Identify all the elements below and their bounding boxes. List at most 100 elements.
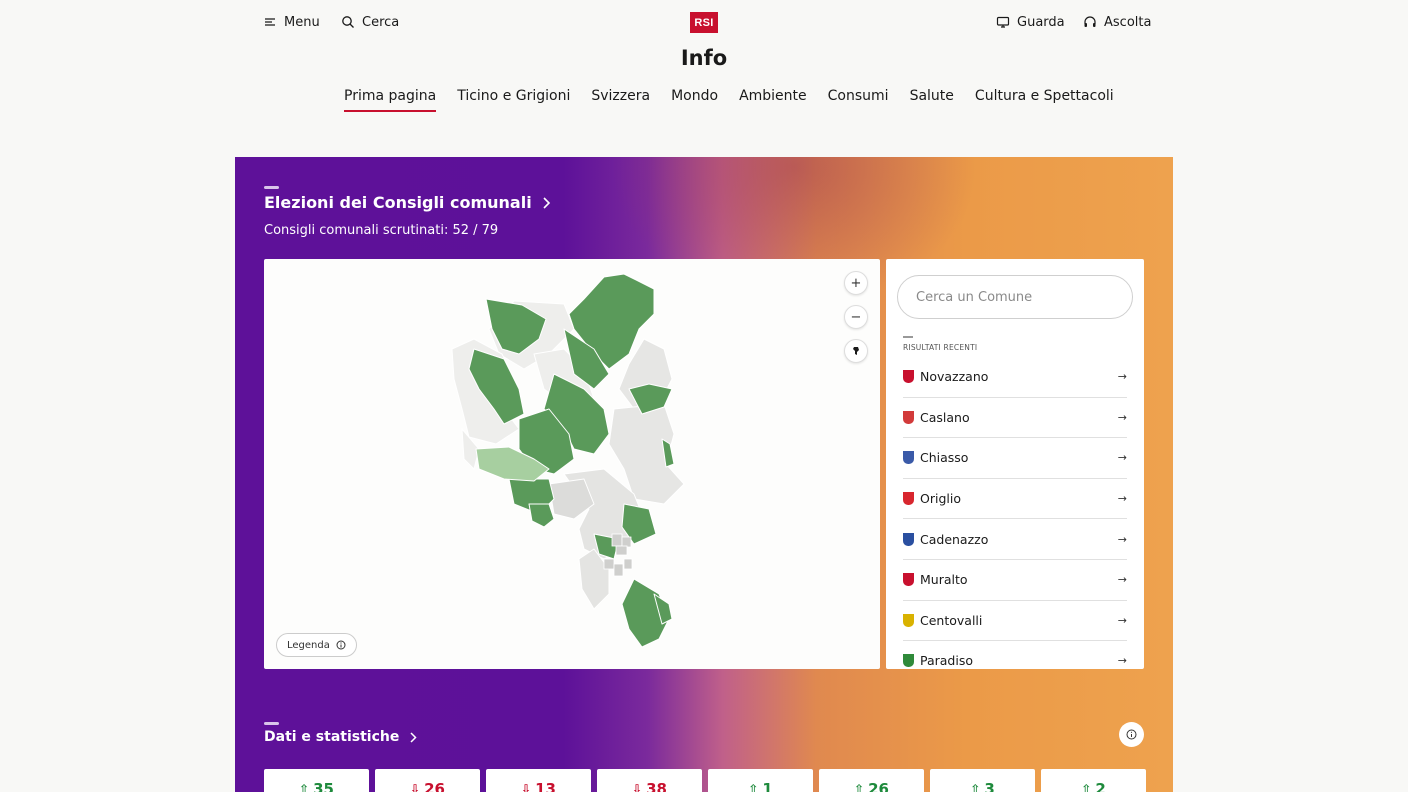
stats-title-link[interactable]: Dati e statistiche <box>264 729 417 745</box>
stat-card[interactable]: ⇩ 38 <box>597 769 702 792</box>
search-button[interactable]: Cerca <box>341 12 399 32</box>
municipality-name: Muralto <box>920 572 968 588</box>
info-icon <box>1126 729 1137 740</box>
municipality-crest-icon <box>903 370 914 384</box>
arrow-down-icon: ⇩ <box>521 782 532 792</box>
municipality-name: Chiasso <box>920 450 969 466</box>
recent-results-label: RISULTATI RECENTI <box>903 343 978 352</box>
stat-card[interactable]: ⇧ 3 <box>930 769 1035 792</box>
stat-value: 3 <box>984 780 995 792</box>
municipality-crest-icon <box>903 492 914 506</box>
municipality-crest-icon <box>903 532 914 546</box>
arrow-up-icon: ⇧ <box>748 782 759 792</box>
municipality-crest-icon <box>903 573 914 587</box>
recent-result-item[interactable]: Centovalli → <box>903 601 1127 642</box>
arrow-down-icon: ⇩ <box>632 782 643 792</box>
nav-mondo[interactable]: Mondo <box>671 88 718 112</box>
stat-card[interactable]: ⇩ 26 <box>375 769 480 792</box>
nav-cultura-spettacoli[interactable]: Cultura e Spettacoli <box>975 88 1114 112</box>
arrow-up-icon: ⇧ <box>854 782 865 792</box>
stats-info-button[interactable] <box>1119 722 1144 747</box>
arrow-up-icon: ⇧ <box>1081 782 1092 792</box>
recent-result-item[interactable]: Caslano → <box>903 398 1127 439</box>
stat-value: 13 <box>535 780 556 792</box>
ticino-map[interactable] <box>264 259 880 669</box>
arrow-down-icon: ⇩ <box>410 782 421 792</box>
ticino-shape-icon <box>853 347 859 355</box>
map-region-gambarogno-green <box>528 503 555 528</box>
headphones-icon <box>1084 16 1096 27</box>
legend-label: Legenda <box>287 639 330 651</box>
search-label: Cerca <box>362 14 400 30</box>
stat-value: 26 <box>424 780 445 792</box>
municipality-search-input[interactable] <box>897 275 1133 319</box>
municipality-name: Origlio <box>920 491 961 507</box>
stat-card[interactable]: ⇧ 35 <box>264 769 369 792</box>
recent-result-item[interactable]: Paradiso → <box>903 641 1127 669</box>
arrow-right-icon: → <box>1117 492 1127 506</box>
arrow-right-icon: → <box>1117 410 1127 424</box>
municipality-crest-icon <box>903 613 914 627</box>
municipality-name: Paradiso <box>920 653 974 669</box>
listen-button[interactable]: Ascolta <box>1083 12 1151 32</box>
arrow-right-icon: → <box>1117 370 1127 384</box>
municipality-search-panel: RISULTATI RECENTI Novazzano → Caslano → Chia… <box>886 259 1144 669</box>
search-icon <box>342 16 354 28</box>
elections-title-link[interactable]: Elezioni dei Consigli comunali <box>264 193 551 212</box>
stat-value: 1 <box>762 780 773 792</box>
municipality-name: Centovalli <box>920 612 983 628</box>
stat-card[interactable]: ⇧ 2 <box>1041 769 1146 792</box>
elections-title: Elezioni dei Consigli comunali <box>264 193 532 212</box>
elections-progress-text: Consigli comunali scrutinati: 52 / 79 <box>264 223 499 238</box>
rsi-logo[interactable]: RSI <box>690 12 718 33</box>
elections-hero: Elezioni dei Consigli comunali Consigli … <box>235 157 1173 792</box>
recent-result-item[interactable]: Cadenazzo → <box>903 519 1127 560</box>
recent-result-item[interactable]: Chiasso → <box>903 438 1127 479</box>
stats-title: Dati e statistiche <box>264 729 400 745</box>
municipality-crest-icon <box>903 410 914 424</box>
nav-consumi[interactable]: Consumi <box>828 88 889 112</box>
municipal-map[interactable]: + − Legenda <box>264 259 880 669</box>
section-nav: Prima pagina Ticino e Grigioni Svizzera … <box>344 88 1114 112</box>
recent-result-item[interactable]: Novazzano → <box>903 357 1127 398</box>
nav-prima-pagina[interactable]: Prima pagina <box>344 88 437 112</box>
stat-card[interactable]: ⇧ 26 <box>819 769 924 792</box>
menu-button[interactable]: Menu <box>263 12 320 32</box>
municipality-crest-icon <box>903 451 914 465</box>
nav-salute[interactable]: Salute <box>910 88 954 112</box>
recent-result-item[interactable]: Muralto → <box>903 560 1127 601</box>
menu-label: Menu <box>284 14 320 30</box>
info-icon <box>336 640 346 650</box>
arrow-right-icon: → <box>1117 613 1127 627</box>
arrow-right-icon: → <box>1117 654 1127 668</box>
stat-value: 26 <box>868 780 889 792</box>
nav-ticino-grigioni[interactable]: Ticino e Grigioni <box>457 88 570 112</box>
municipality-name: Caslano <box>920 409 970 425</box>
page-title: Info <box>680 46 728 70</box>
watch-button[interactable]: Guarda <box>996 12 1065 32</box>
tv-icon <box>996 16 1010 28</box>
nav-ambiente[interactable]: Ambiente <box>739 88 807 112</box>
stat-value: 38 <box>646 780 667 792</box>
chevron-right-icon <box>410 731 417 743</box>
stat-card[interactable]: ⇩ 13 <box>486 769 591 792</box>
zoom-in-button[interactable]: + <box>844 271 868 295</box>
municipality-name: Cadenazzo <box>920 531 989 547</box>
arrow-right-icon: → <box>1117 532 1127 546</box>
stat-card[interactable]: ⇧ 1 <box>708 769 813 792</box>
stat-value: 35 <box>313 780 334 792</box>
zoom-out-button[interactable]: − <box>844 305 868 329</box>
municipality-name: Novazzano <box>920 369 989 385</box>
arrow-up-icon: ⇧ <box>299 782 310 792</box>
recent-accent-dash <box>903 336 913 338</box>
recent-results-list: Novazzano → Caslano → Chiasso → Origlio → Cadena… <box>903 357 1127 669</box>
stat-value: 2 <box>1095 780 1106 792</box>
legend-button[interactable]: Legenda <box>276 633 357 657</box>
listen-label: Ascolta <box>1104 14 1152 30</box>
menu-icon <box>265 18 275 26</box>
reset-map-button[interactable] <box>844 339 868 363</box>
stats-cards: ⇧ 35 ⇩ 26 ⇩ 13 ⇩ 38 ⇧ 1 ⇧ 26 ⇧ 3 ⇧ 2 <box>264 769 1146 792</box>
nav-svizzera[interactable]: Svizzera <box>591 88 650 112</box>
top-bar: Menu Cerca RSI Guarda Ascolta <box>0 0 1408 44</box>
recent-result-item[interactable]: Origlio → <box>903 479 1127 520</box>
